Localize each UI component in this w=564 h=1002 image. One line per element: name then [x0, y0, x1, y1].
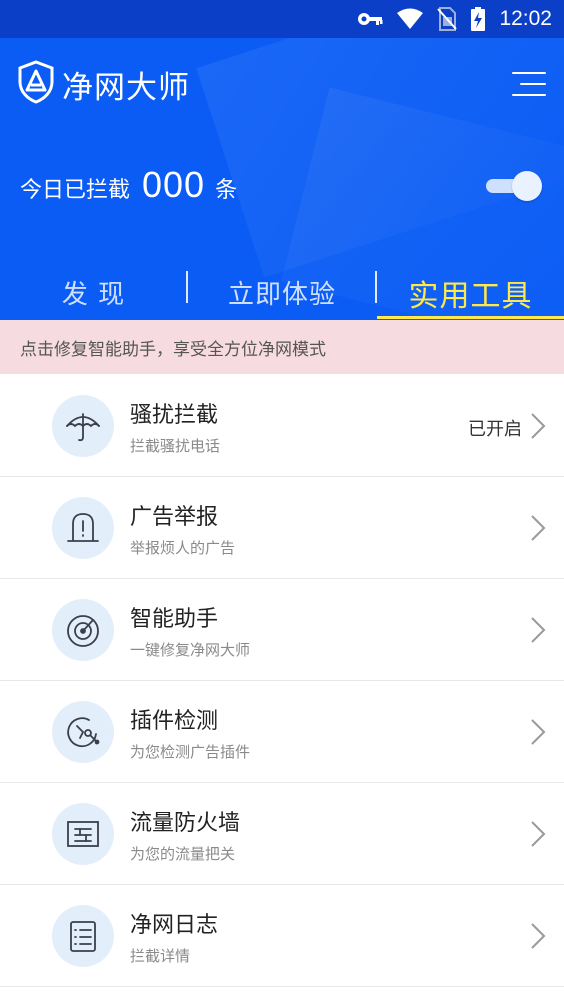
app-title: 净网大师 — [62, 70, 190, 106]
menu-button[interactable] — [512, 70, 546, 98]
no-sim-icon — [437, 7, 458, 31]
item-title: 流量防火墙 — [130, 811, 241, 836]
list-item-ad-report[interactable]: 广告举报 举报烦人的广告 — [0, 477, 564, 579]
active-tab-indicator — [377, 316, 564, 319]
tab-bar: 发 现 立即体验 实用工具 — [0, 265, 564, 320]
chevron-right-icon — [531, 719, 546, 745]
item-subtitle: 拦截详情 — [130, 947, 191, 965]
menu-icon — [520, 83, 546, 85]
item-subtitle: 为您检测广告插件 — [130, 743, 251, 761]
firewall-icon — [67, 821, 99, 847]
wifi-icon — [397, 8, 424, 29]
status-icons: 12:02 — [357, 0, 552, 38]
chevron-right-icon — [531, 821, 546, 847]
list-item-plugin-detect[interactable]: 插件检测 为您检测广告插件 — [0, 681, 564, 783]
icon-badge — [52, 905, 114, 967]
item-subtitle: 为您的流量把关 — [130, 845, 236, 863]
list-item-smart-assistant[interactable]: 智能助手 一键修复净网大师 — [0, 579, 564, 681]
status-bar: 12:02 — [0, 0, 564, 38]
repair-notice-banner[interactable]: 点击修复智能助手，享受全方位净网模式 — [0, 320, 564, 374]
menu-icon — [512, 94, 546, 96]
icon-badge — [52, 803, 114, 865]
radar-icon — [67, 615, 99, 647]
list-item-harassment-block[interactable]: 骚扰拦截 拦截骚扰电话 已开启 — [0, 375, 564, 477]
key-icon — [358, 13, 383, 25]
blocked-label: 今日已拦截 — [20, 178, 131, 203]
blocked-count: 000 — [142, 164, 206, 205]
plugin-detect-icon — [67, 717, 100, 748]
clock: 12:02 — [499, 7, 552, 30]
protection-toggle[interactable] — [486, 171, 542, 201]
icon-badge — [52, 701, 114, 763]
toggle-knob — [512, 171, 542, 201]
tools-list: 骚扰拦截 拦截骚扰电话 已开启 广告举报 举报烦人的广告 智能助手 一键修复净网… — [0, 375, 564, 987]
report-alert-icon — [67, 513, 99, 542]
chevron-right-icon — [531, 923, 546, 949]
icon-badge — [52, 599, 114, 661]
item-title: 插件检测 — [130, 709, 219, 734]
list-item-net-log[interactable]: 净网日志 拦截详情 — [0, 885, 564, 987]
tab-try-now[interactable]: 立即体验 — [188, 265, 376, 320]
list-item-traffic-firewall[interactable]: 流量防火墙 为您的流量把关 — [0, 783, 564, 885]
chevron-right-icon — [531, 515, 546, 541]
tab-tools[interactable]: 实用工具 — [377, 265, 564, 320]
item-subtitle: 举报烦人的广告 — [130, 539, 236, 557]
item-status: 已开启 — [468, 419, 522, 440]
log-list-icon — [70, 921, 96, 952]
item-title: 骚扰拦截 — [130, 403, 219, 428]
item-subtitle: 一键修复净网大师 — [130, 641, 251, 659]
chevron-right-icon — [531, 413, 546, 439]
item-title: 智能助手 — [130, 607, 219, 632]
header-panel: 净网大师 今日已拦截 000 条 发 现 立即体验 实用工具 — [0, 38, 564, 320]
item-title: 广告举报 — [130, 505, 219, 530]
icon-badge — [52, 497, 114, 559]
umbrella-icon — [66, 413, 100, 442]
item-subtitle: 拦截骚扰电话 — [130, 437, 221, 455]
chevron-right-icon — [531, 617, 546, 643]
blocked-unit: 条 — [215, 178, 238, 203]
shield-logo-icon — [18, 60, 54, 104]
menu-icon — [512, 72, 546, 74]
battery-charging-icon — [471, 7, 486, 31]
blocked-today-summary: 今日已拦截 000 条 — [20, 164, 237, 206]
tab-discover[interactable]: 发 现 — [0, 265, 187, 320]
item-title: 净网日志 — [130, 913, 219, 938]
icon-badge — [52, 395, 114, 457]
